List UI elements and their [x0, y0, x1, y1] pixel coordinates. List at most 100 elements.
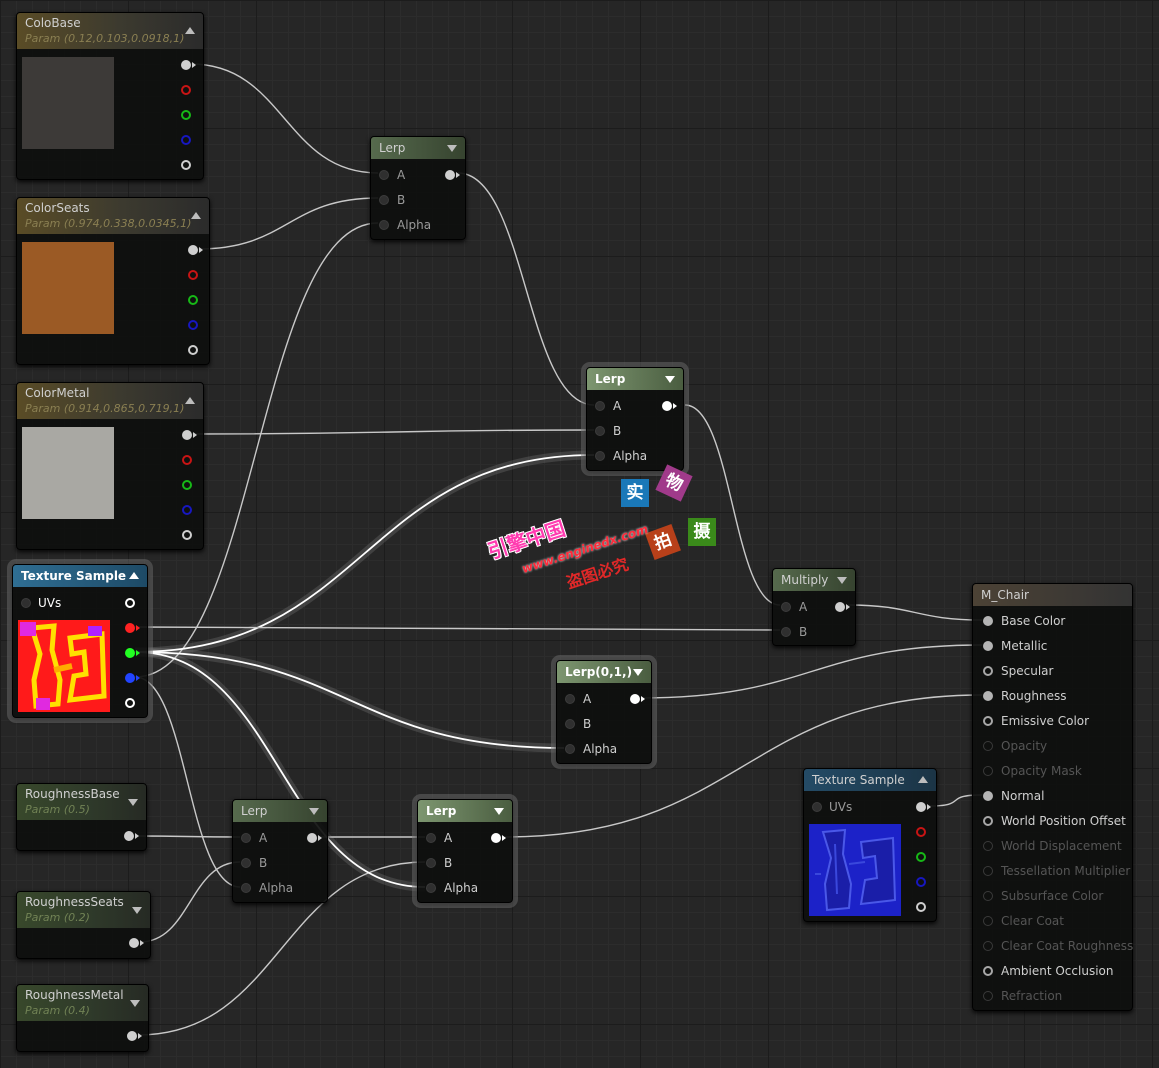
wire-mask-red-to-multiply-b[interactable]	[134, 626, 781, 631]
output-pin-b[interactable]	[182, 505, 192, 515]
output-pin-r[interactable]	[182, 455, 192, 465]
input-pin-b[interactable]	[241, 858, 251, 868]
input-pin-emissive-color[interactable]	[983, 716, 993, 726]
collapse-arrow-icon[interactable]	[129, 572, 139, 579]
node-header[interactable]: Lerp	[418, 800, 512, 822]
output-pin-b[interactable]	[916, 877, 926, 887]
input-pin-alpha[interactable]	[595, 451, 605, 461]
collapse-arrow-icon[interactable]	[191, 212, 201, 219]
output-pin-value[interactable]	[129, 938, 139, 948]
output-pin-g[interactable]	[188, 295, 198, 305]
lerp-node-1[interactable]: Lerp A B Alpha	[370, 136, 466, 240]
collapse-arrow-icon[interactable]	[185, 27, 195, 34]
output-pin-g[interactable]	[125, 648, 135, 658]
output-pin-result[interactable]	[662, 401, 672, 411]
wire-roughbase-to-lerp3-a[interactable]	[134, 835, 241, 838]
output-pin-r[interactable]	[125, 623, 135, 633]
node-header[interactable]: M_Chair	[973, 584, 1132, 606]
output-pin-result[interactable]	[445, 170, 455, 180]
output-pin-b[interactable]	[188, 320, 198, 330]
node-header[interactable]: ColoBase Param (0.12,0.103,0.0918,1)	[17, 13, 203, 49]
input-pin-a[interactable]	[595, 401, 605, 411]
input-pin-alpha[interactable]	[565, 744, 575, 754]
output-pin-a[interactable]	[188, 345, 198, 355]
wire-roughseats-to-lerp3-b[interactable]	[139, 861, 241, 943]
output-pin-b[interactable]	[125, 673, 135, 683]
expand-arrow-icon[interactable]	[447, 145, 457, 152]
input-pin-ambient-occlusion[interactable]	[983, 966, 993, 976]
param-node-colormetal[interactable]: ColorMetal Param (0.914,0.865,0.719,1)	[16, 382, 204, 550]
expand-arrow-icon[interactable]	[128, 799, 138, 806]
lerp-node-3[interactable]: Lerp A B Alpha	[232, 799, 328, 903]
output-pin-r[interactable]	[181, 85, 191, 95]
node-header[interactable]: Multiply	[773, 569, 855, 591]
output-pin-g[interactable]	[181, 110, 191, 120]
input-pin-b[interactable]	[426, 858, 436, 868]
input-pin-world-position-offset[interactable]	[983, 816, 993, 826]
lerp-node-4[interactable]: Lerp A B Alpha	[412, 794, 518, 908]
wire-lerp1-to-lerp2-a[interactable]	[457, 172, 595, 406]
input-pin-a[interactable]	[565, 694, 575, 704]
input-pin-alpha[interactable]	[426, 883, 436, 893]
input-pin-a[interactable]	[379, 170, 389, 180]
wire-colorseats-to-lerp1-b[interactable]	[197, 197, 379, 250]
expand-arrow-icon[interactable]	[494, 808, 504, 815]
texture-sample-node-normal[interactable]: Texture Sample UVs	[803, 768, 937, 922]
expand-arrow-icon[interactable]	[309, 808, 319, 815]
output-pin-value[interactable]	[127, 1031, 137, 1041]
expand-arrow-icon[interactable]	[837, 577, 847, 584]
input-pin-b[interactable]	[781, 627, 791, 637]
output-pin-g[interactable]	[916, 852, 926, 862]
output-pin-a[interactable]	[182, 530, 192, 540]
wire-lerp01-to-roughness[interactable]	[640, 644, 983, 699]
node-header[interactable]: Lerp	[233, 800, 327, 822]
texture-sample-node-mask[interactable]: Texture Sample UVs	[7, 559, 153, 723]
param-node-colorseats[interactable]: ColorSeats Param (0.974,0.338,0.0345,1)	[16, 197, 210, 365]
input-pin-base-color[interactable]	[983, 616, 993, 626]
wire-multiply-to-base-color[interactable]	[847, 604, 983, 621]
param-node-roughness-base[interactable]: RoughnessBase Param (0.5)	[16, 783, 147, 851]
node-header[interactable]: Lerp	[587, 368, 683, 390]
input-pin-b[interactable]	[379, 195, 389, 205]
input-pin-specular[interactable]	[983, 666, 993, 676]
output-pin-r[interactable]	[188, 270, 198, 280]
wire-mask-green-to-lerp01-alpha[interactable]	[134, 651, 565, 749]
output-pin-rgba[interactable]	[181, 60, 191, 70]
material-graph-canvas[interactable]: ColoBase Param (0.12,0.103,0.0918,1) Col…	[0, 0, 1159, 1068]
expand-arrow-icon[interactable]	[665, 376, 675, 383]
node-header[interactable]: ColorMetal Param (0.914,0.865,0.719,1)	[17, 383, 203, 419]
input-pin-a[interactable]	[426, 833, 436, 843]
lerp-node-2[interactable]: Lerp A B Alpha	[581, 362, 689, 476]
material-result-node[interactable]: M_Chair Base Color Metallic Specular Rou…	[972, 583, 1133, 1011]
wire-colobase-to-lerp1-a[interactable]	[190, 63, 379, 174]
node-header[interactable]: Lerp	[371, 137, 465, 159]
collapse-arrow-icon[interactable]	[918, 776, 928, 783]
node-header[interactable]: ColorSeats Param (0.974,0.338,0.0345,1)	[17, 198, 209, 234]
output-pin-a[interactable]	[916, 902, 926, 912]
input-pin-alpha[interactable]	[241, 883, 251, 893]
output-pin-r[interactable]	[916, 827, 926, 837]
output-pin-a[interactable]	[125, 698, 135, 708]
output-pin-result[interactable]	[835, 602, 845, 612]
expand-arrow-icon[interactable]	[132, 907, 142, 914]
wire-lerp2-to-multiply-a[interactable]	[684, 404, 781, 606]
node-header[interactable]: Lerp(0,1,)	[557, 661, 651, 683]
input-pin-a[interactable]	[781, 602, 791, 612]
output-pin-rgba[interactable]	[182, 430, 192, 440]
collapse-arrow-icon[interactable]	[185, 397, 195, 404]
node-header[interactable]: Texture Sample	[13, 565, 147, 587]
input-pin-uvs[interactable]	[21, 598, 31, 608]
input-pin-uvs[interactable]	[812, 802, 822, 812]
output-pin-rgba[interactable]	[188, 245, 198, 255]
output-pin-rgb[interactable]	[916, 802, 926, 812]
expand-arrow-icon[interactable]	[130, 1000, 140, 1007]
input-pin-normal[interactable]	[983, 791, 993, 801]
param-node-colobase[interactable]: ColoBase Param (0.12,0.103,0.0918,1)	[16, 12, 204, 180]
multiply-node[interactable]: Multiply A B	[772, 568, 856, 646]
node-header[interactable]: RoughnessSeats Param (0.2)	[17, 892, 150, 928]
input-pin-b[interactable]	[565, 719, 575, 729]
node-header[interactable]: Texture Sample	[804, 769, 936, 791]
output-pin-a[interactable]	[181, 160, 191, 170]
wire-colormetal-to-lerp2-b[interactable]	[191, 429, 595, 435]
lerp01-node[interactable]: Lerp(0,1,) A B Alpha	[551, 655, 657, 769]
